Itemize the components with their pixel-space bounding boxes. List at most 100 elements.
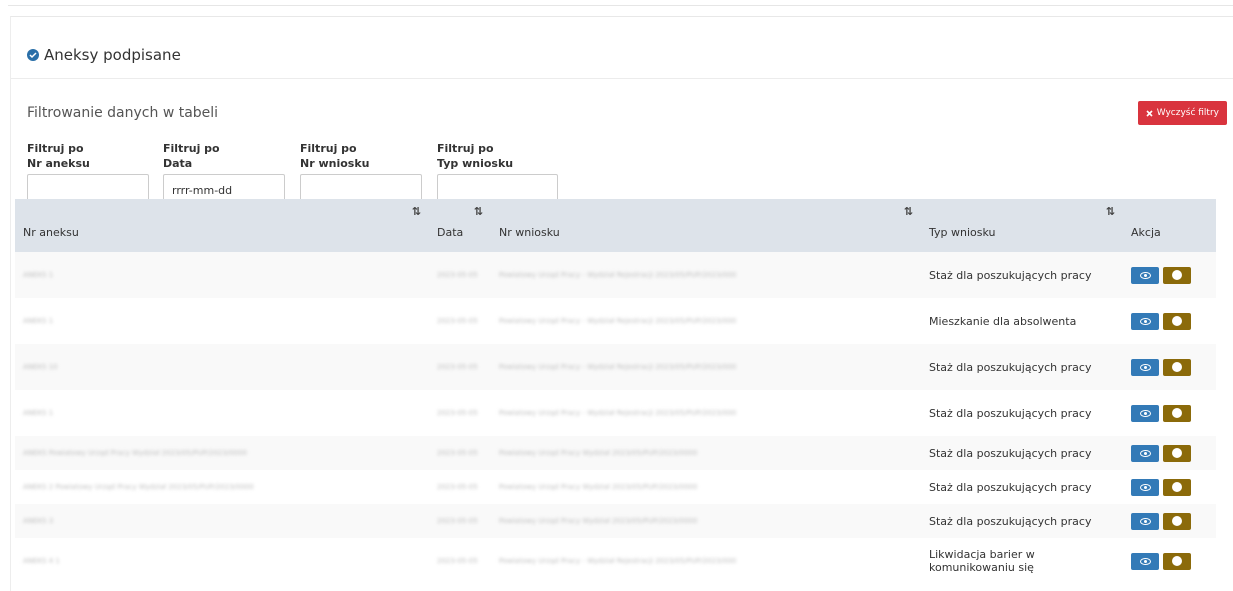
times-icon — [1146, 109, 1153, 117]
panel-title-text: Aneksy podpisane — [44, 46, 181, 64]
view-button[interactable] — [1131, 444, 1159, 462]
view-button[interactable] — [1131, 358, 1159, 376]
cell-typ-wniosku: Staż dla poszukujących pracy — [929, 480, 1092, 494]
sort-icon[interactable]: ⇅ — [412, 205, 421, 218]
settings-button[interactable] — [1163, 358, 1191, 376]
check-circle-icon — [27, 49, 39, 61]
view-button[interactable] — [1131, 478, 1159, 496]
cell-nr-aneksu: ANEKS 2 Powiatowy Urząd Pracy Wydział 20… — [23, 483, 254, 491]
cell-nr-aneksu: ANEKS Powiatowy Urząd Pracy Wydział 2023… — [23, 449, 248, 457]
cell-nr-wniosku: Powiatowy Urząd Pracy - Wydział Rejestra… — [499, 409, 737, 417]
eye-icon — [1139, 483, 1151, 491]
cell-data: 2023-05-05 — [437, 517, 478, 525]
view-button[interactable] — [1131, 404, 1159, 422]
header-typ-wniosku[interactable]: ⇅ Typ wniosku — [921, 199, 1123, 252]
gear-icon — [1173, 317, 1181, 325]
eye-icon — [1139, 271, 1151, 279]
panel-header: Aneksy podpisane — [11, 17, 1233, 79]
gear-icon — [1173, 271, 1181, 279]
cell-nr-wniosku: Powiatowy Urząd Pracy Wydział 2023/05/PU… — [499, 483, 698, 491]
cell-nr-aneksu: ANEKS 1 — [23, 409, 54, 417]
eye-icon — [1139, 517, 1151, 525]
filter-label-line1: Filtruj po — [300, 142, 357, 155]
eye-icon — [1139, 449, 1151, 457]
cell-data: 2023-05-05 — [437, 271, 478, 279]
annexes-table-wrapper: ⇅ Nr aneksu ⇅ Data ⇅ Nr wniosku ⇅ Typ wn… — [15, 199, 1216, 584]
settings-button[interactable] — [1163, 312, 1191, 330]
sort-icon[interactable]: ⇅ — [474, 205, 483, 218]
cell-typ-wniosku: Staż dla poszukujących pracy — [929, 268, 1092, 282]
filter-label-line2: Nr wniosku — [300, 157, 370, 170]
clear-filters-label: Wyczyść filtry — [1156, 108, 1219, 118]
table-row: ANEKS 1 2023-05-05 Powiatowy Urząd Pracy… — [15, 298, 1216, 344]
gear-icon — [1173, 517, 1181, 525]
cell-data: 2023-05-05 — [437, 317, 478, 325]
filter-label-line2: Typ wniosku — [437, 157, 514, 170]
table-row: ANEKS Powiatowy Urząd Pracy Wydział 2023… — [15, 436, 1216, 470]
cell-nr-aneksu: ANEKS 1 — [23, 317, 54, 325]
table-row: ANEKS 2 Powiatowy Urząd Pracy Wydział 20… — [15, 470, 1216, 504]
cell-typ-wniosku: Staż dla poszukujących pracy — [929, 446, 1092, 460]
header-data[interactable]: ⇅ Data — [429, 199, 491, 252]
cell-nr-wniosku: Powiatowy Urząd Pracy - Wydział Rejestra… — [499, 557, 737, 565]
settings-button[interactable] — [1163, 266, 1191, 284]
eye-icon — [1139, 557, 1151, 565]
filter-label-line2: Data — [163, 157, 193, 170]
table-row: ANEKS 1 2023-05-05 Powiatowy Urząd Pracy… — [15, 252, 1216, 298]
cell-nr-aneksu: ANEKS 10 — [23, 363, 58, 371]
gear-icon — [1173, 363, 1181, 371]
cell-typ-wniosku: Staż dla poszukujących pracy — [929, 360, 1092, 374]
cell-nr-aneksu: ANEKS 4 1 — [23, 557, 60, 565]
filter-label-line1: Filtruj po — [27, 142, 84, 155]
filter-nr-wniosku: Filtruj po Nr wniosku — [300, 141, 422, 206]
filter-label-line2: Nr aneksu — [27, 157, 90, 170]
gear-icon — [1173, 483, 1181, 491]
settings-button[interactable] — [1163, 512, 1191, 530]
eye-icon — [1139, 409, 1151, 417]
cell-data: 2023-05-05 — [437, 449, 478, 457]
settings-button[interactable] — [1163, 404, 1191, 422]
filter-nr-aneksu: Filtruj po Nr aneksu — [27, 141, 149, 206]
cell-data: 2023-05-05 — [437, 557, 478, 565]
gear-icon — [1173, 409, 1181, 417]
sort-icon[interactable]: ⇅ — [1106, 205, 1115, 218]
top-divider — [8, 5, 1233, 6]
table-row: ANEKS 3 2023-05-05 Powiatowy Urząd Pracy… — [15, 504, 1216, 538]
filter-data: Filtruj po Data — [163, 141, 285, 206]
settings-button[interactable] — [1163, 478, 1191, 496]
view-button[interactable] — [1131, 552, 1159, 570]
cell-nr-aneksu: ANEKS 3 — [23, 517, 54, 525]
cell-nr-wniosku: Powiatowy Urząd Pracy - Wydział Rejestra… — [499, 317, 737, 325]
cell-data: 2023-05-05 — [437, 363, 478, 371]
cell-typ-wniosku: Likwidacja barier w komunikowaniu się — [929, 548, 1035, 574]
eye-icon — [1139, 363, 1151, 371]
view-button[interactable] — [1131, 312, 1159, 330]
view-button[interactable] — [1131, 512, 1159, 530]
cell-nr-wniosku: Powiatowy Urząd Pracy - Wydział Rejestra… — [499, 271, 737, 279]
cell-typ-wniosku: Staż dla poszukujących pracy — [929, 514, 1092, 528]
eye-icon — [1139, 317, 1151, 325]
cell-nr-wniosku: Powiatowy Urząd Pracy Wydział 2023/05/PU… — [499, 449, 698, 457]
header-nr-wniosku[interactable]: ⇅ Nr wniosku — [491, 199, 921, 252]
view-button[interactable] — [1131, 266, 1159, 284]
header-nr-aneksu[interactable]: ⇅ Nr aneksu — [15, 199, 429, 252]
filter-label-line1: Filtruj po — [437, 142, 494, 155]
cell-nr-wniosku: Powiatowy Urząd Pracy - Wydział Rejestra… — [499, 363, 737, 371]
header-akcja: Akcja — [1131, 226, 1161, 239]
filter-section-title: Filtrowanie danych w tabeli — [27, 105, 219, 121]
settings-button[interactable] — [1163, 444, 1191, 462]
panel-title: Aneksy podpisane — [27, 46, 181, 64]
cell-data: 2023-05-05 — [437, 483, 478, 491]
clear-filters-button[interactable]: Wyczyść filtry — [1137, 101, 1227, 125]
cell-nr-wniosku: Powiatowy Urząd Pracy Wydział 2023/05/PU… — [499, 517, 698, 525]
settings-button[interactable] — [1163, 552, 1191, 570]
cell-nr-aneksu: ANEKS 1 — [23, 271, 54, 279]
annexes-table: ⇅ Nr aneksu ⇅ Data ⇅ Nr wniosku ⇅ Typ wn… — [15, 199, 1216, 584]
table-row: ANEKS 4 1 2023-05-05 Powiatowy Urząd Pra… — [15, 538, 1216, 584]
cell-typ-wniosku: Staż dla poszukujących pracy — [929, 406, 1092, 420]
gear-icon — [1173, 557, 1181, 565]
cell-typ-wniosku: Mieszkanie dla absolwenta — [929, 314, 1077, 328]
cell-data: 2023-05-05 — [437, 409, 478, 417]
filter-typ-wniosku: Filtruj po Typ wniosku — [437, 141, 558, 206]
sort-icon[interactable]: ⇅ — [904, 205, 913, 218]
